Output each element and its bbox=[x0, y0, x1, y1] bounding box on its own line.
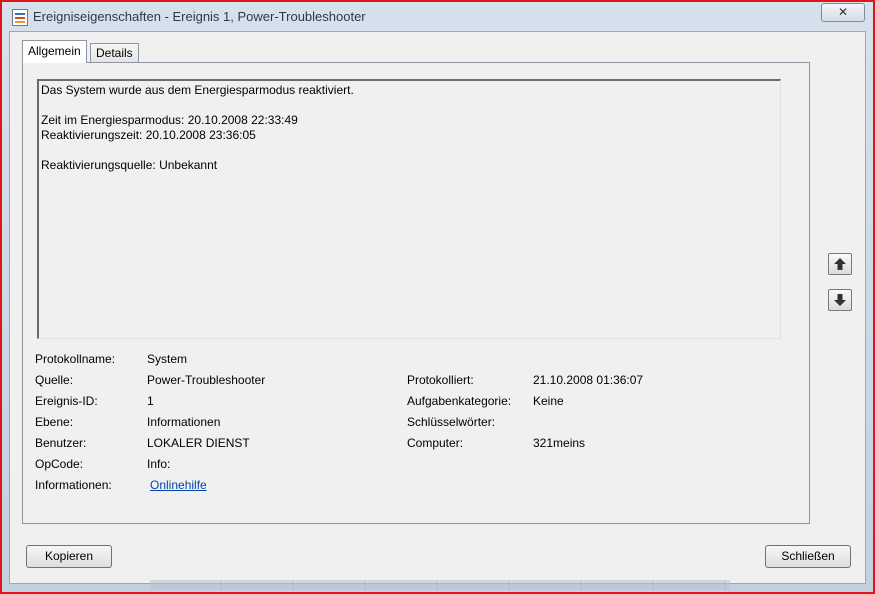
value-opcode: Info: bbox=[147, 457, 171, 471]
arrow-up-icon bbox=[834, 258, 846, 270]
background-taskbar-strip bbox=[150, 580, 730, 590]
close-window-button[interactable]: ✕ bbox=[821, 3, 865, 22]
window-title: Ereigniseigenschaften - Ereignis 1, Powe… bbox=[33, 9, 366, 24]
close-button[interactable]: Schließen bbox=[765, 545, 851, 568]
description-line: Reaktivierungsquelle: Unbekannt bbox=[41, 158, 218, 172]
value-quelle: Power-Troubleshooter bbox=[147, 373, 266, 387]
value-protokollname: System bbox=[147, 352, 188, 366]
label-protokolliert: Protokolliert: bbox=[407, 373, 474, 387]
event-properties-window: Ereigniseigenschaften - Ereignis 1, Powe… bbox=[0, 0, 875, 594]
onlinehilfe-link[interactable]: Onlinehilfe bbox=[150, 478, 207, 493]
value-computer: 321meins bbox=[533, 436, 586, 450]
label-schluesselwoerter: Schlüsselwörter: bbox=[407, 415, 496, 429]
previous-event-button[interactable] bbox=[828, 253, 852, 275]
arrow-down-icon bbox=[834, 294, 846, 306]
label-protokollname: Protokollname: bbox=[35, 352, 116, 366]
value-ebene: Informationen bbox=[147, 415, 221, 429]
label-quelle: Quelle: bbox=[35, 373, 74, 387]
label-ereignis-id: Ereignis-ID: bbox=[35, 394, 98, 408]
label-informationen: Informationen: bbox=[35, 478, 112, 492]
tab-details[interactable]: Details bbox=[90, 43, 139, 63]
label-ebene: Ebene: bbox=[35, 415, 74, 429]
label-computer: Computer: bbox=[407, 436, 464, 450]
tab-allgemein[interactable]: Allgemein bbox=[22, 40, 87, 63]
title-bar[interactable]: Ereigniseigenschaften - Ereignis 1, Powe… bbox=[2, 2, 873, 32]
label-aufgabenkategorie: Aufgabenkategorie: bbox=[407, 394, 512, 408]
event-viewer-icon bbox=[12, 9, 28, 26]
label-opcode: OpCode: bbox=[35, 457, 84, 471]
value-aufgabenkategorie: Keine bbox=[533, 394, 564, 408]
copy-button[interactable]: Kopieren bbox=[26, 545, 112, 568]
next-event-button[interactable] bbox=[828, 289, 852, 311]
dialog-client-area: Allgemein Details Das System wurde aus d… bbox=[9, 31, 866, 584]
value-protokolliert: 21.10.2008 01:36:07 bbox=[533, 373, 644, 387]
description-line: Das System wurde aus dem Energiesparmodu… bbox=[41, 83, 354, 97]
label-benutzer: Benutzer: bbox=[35, 436, 87, 450]
description-line: Reaktivierungszeit: 20.10.2008 23:36:05 bbox=[41, 128, 256, 142]
value-ereignis-id: 1 bbox=[147, 394, 154, 408]
tab-panel-general: Das System wurde aus dem Energiesparmodu… bbox=[22, 62, 810, 524]
event-description[interactable]: Das System wurde aus dem Energiesparmodu… bbox=[37, 79, 781, 339]
description-line: Zeit im Energiesparmodus: 20.10.2008 22:… bbox=[41, 113, 298, 127]
value-benutzer: LOKALER DIENST bbox=[147, 436, 250, 450]
